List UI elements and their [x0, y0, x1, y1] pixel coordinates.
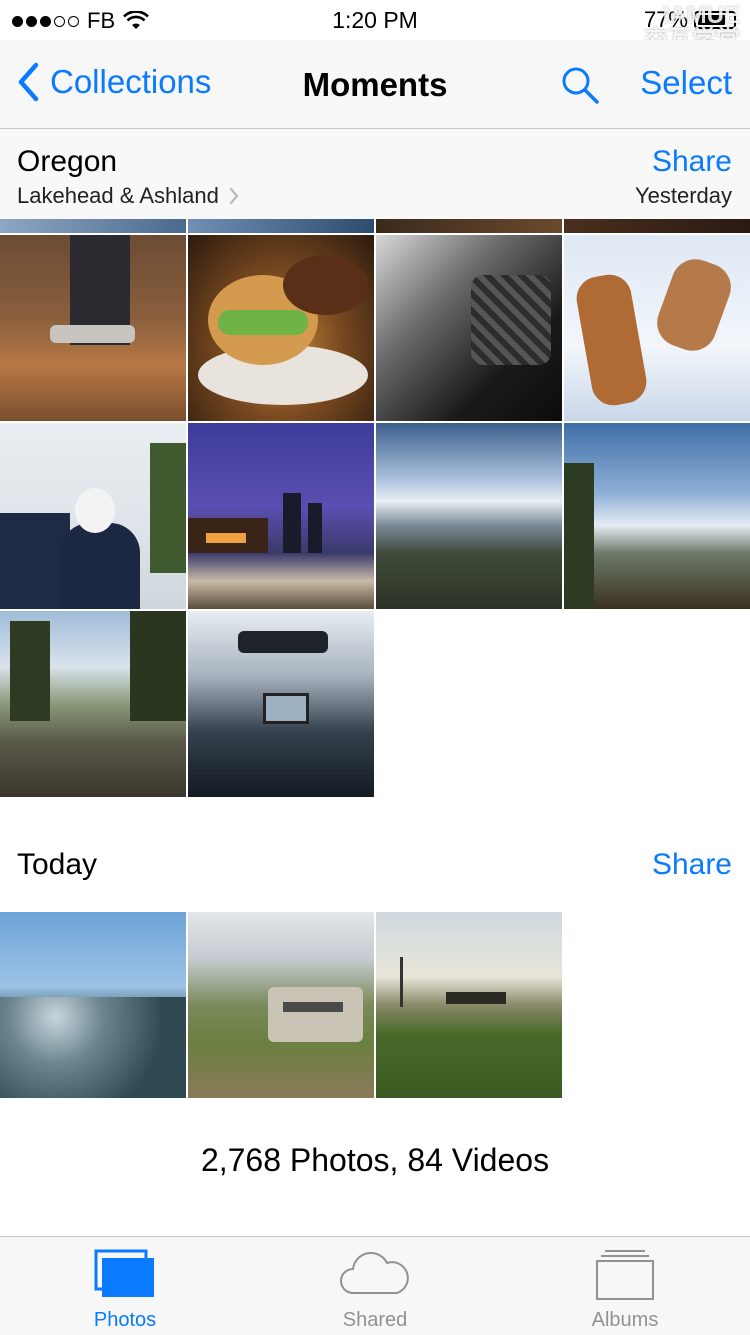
photo-thumbnail[interactable] — [376, 912, 562, 1098]
photo-thumbnail[interactable] — [564, 235, 750, 421]
photos-icon — [94, 1249, 154, 1297]
tab-photos-label: Photos — [93, 1309, 157, 1331]
page-title: Moments — [302, 66, 448, 103]
search-icon[interactable] — [560, 65, 600, 105]
photo-thumbnail[interactable] — [188, 912, 374, 1098]
photo-thumbnail[interactable] — [188, 611, 374, 797]
library-summary: 2,768 Photos, 84 Videos — [200, 1142, 550, 1178]
tab-shared[interactable]: Shared — [250, 1237, 500, 1335]
tab-bar: Photos Shared Albums — [0, 1236, 750, 1335]
share-button[interactable]: Share — [652, 145, 732, 179]
moment-date: Yesterday — [634, 183, 732, 208]
scrolled-photo-strip — [0, 219, 750, 233]
photo-thumbnail[interactable] — [188, 235, 374, 421]
select-button[interactable]: Select — [640, 64, 732, 102]
photo-thumbnail[interactable] — [564, 423, 750, 609]
cloud-icon — [340, 1252, 409, 1294]
moment-header-today[interactable]: Today Share — [0, 818, 750, 908]
watermark-text: IAMUE — [662, 2, 740, 29]
moment-title: Oregon — [17, 145, 118, 178]
moment-title: Today — [17, 848, 98, 881]
moment-location-label: Lakehead & Ashland — [17, 183, 219, 208]
tab-shared-label: Shared — [342, 1309, 408, 1331]
photo-thumbnail[interactable] — [376, 235, 562, 421]
moment-header-oregon[interactable]: Oregon Lakehead & Ashland Share Yesterda… — [0, 129, 750, 219]
tab-photos[interactable]: Photos — [0, 1237, 250, 1335]
chevron-right-icon — [229, 187, 239, 205]
photo-thumbnail[interactable] — [0, 423, 186, 609]
moment-location[interactable]: Lakehead & Ashland — [17, 183, 239, 209]
tab-albums[interactable]: Albums — [500, 1237, 750, 1335]
photo-thumbnail[interactable] — [0, 912, 186, 1098]
albums-icon — [596, 1250, 654, 1300]
clock: 1:20 PM — [332, 7, 418, 33]
photo-thumbnail[interactable] — [0, 235, 186, 421]
photo-thumbnail[interactable] — [188, 423, 374, 609]
tab-albums-label: Albums — [591, 1309, 659, 1331]
status-bar: FB 1:20 PM 77% IAMUE 交互学堂 — [0, 0, 750, 52]
share-button[interactable]: Share — [652, 848, 732, 882]
navigation-bar: Collections Moments Select — [0, 40, 750, 129]
photo-thumbnail[interactable] — [376, 423, 562, 609]
photo-thumbnail[interactable] — [0, 611, 186, 797]
